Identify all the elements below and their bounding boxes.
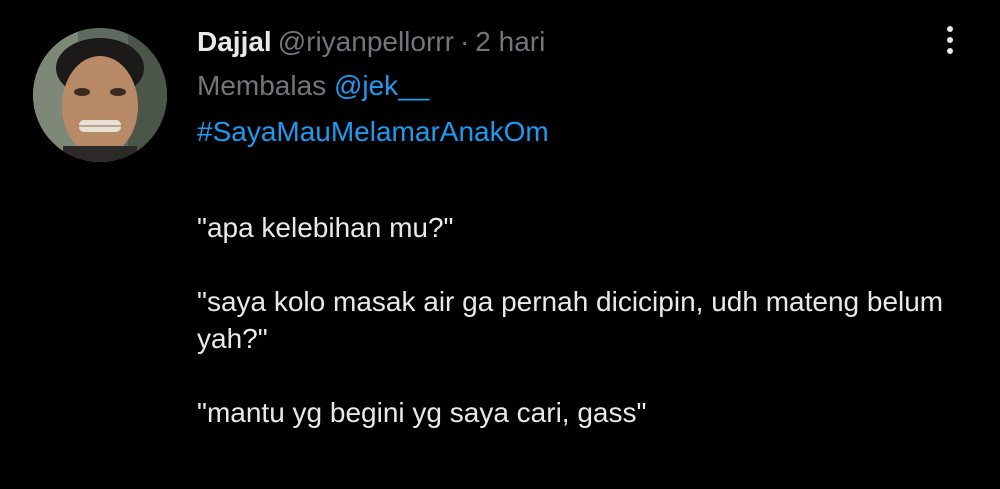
- hashtag-link[interactable]: #SayaMauMelamarAnakOm: [197, 108, 957, 156]
- tweet-header: Dajjal @riyanpellorrr · 2 hari: [197, 20, 957, 64]
- more-dot: [947, 37, 953, 43]
- more-vertical-icon[interactable]: [940, 20, 960, 60]
- tweet-paragraph: "saya kolo masak air ga pernah dicicipin…: [197, 286, 944, 354]
- reply-prefix: Membalas: [197, 70, 327, 101]
- separator: ·: [459, 26, 470, 57]
- author-name[interactable]: Dajjal: [197, 26, 272, 57]
- tweet-content: Dajjal @riyanpellorrr · 2 hari Membalas @je…: [197, 20, 957, 431]
- tweet-paragraph: "apa kelebihan mu?": [197, 212, 454, 243]
- tweet-text: "apa kelebihan mu?" "saya kolo masak air…: [197, 209, 957, 431]
- reply-line: Membalas @jek__: [197, 64, 957, 108]
- avatar-image: [33, 28, 167, 162]
- reply-to-link[interactable]: @jek__: [334, 70, 429, 101]
- tweet-paragraph: "mantu yg begini yg saya cari, gass": [197, 397, 647, 428]
- timestamp[interactable]: 2 hari: [475, 26, 545, 57]
- tweet[interactable]: Dajjal @riyanpellorrr · 2 hari Membalas @je…: [0, 0, 1000, 489]
- avatar[interactable]: [33, 28, 167, 162]
- more-dot: [947, 48, 953, 54]
- more-dot: [947, 26, 953, 32]
- author-handle[interactable]: @riyanpellorrr: [278, 26, 454, 57]
